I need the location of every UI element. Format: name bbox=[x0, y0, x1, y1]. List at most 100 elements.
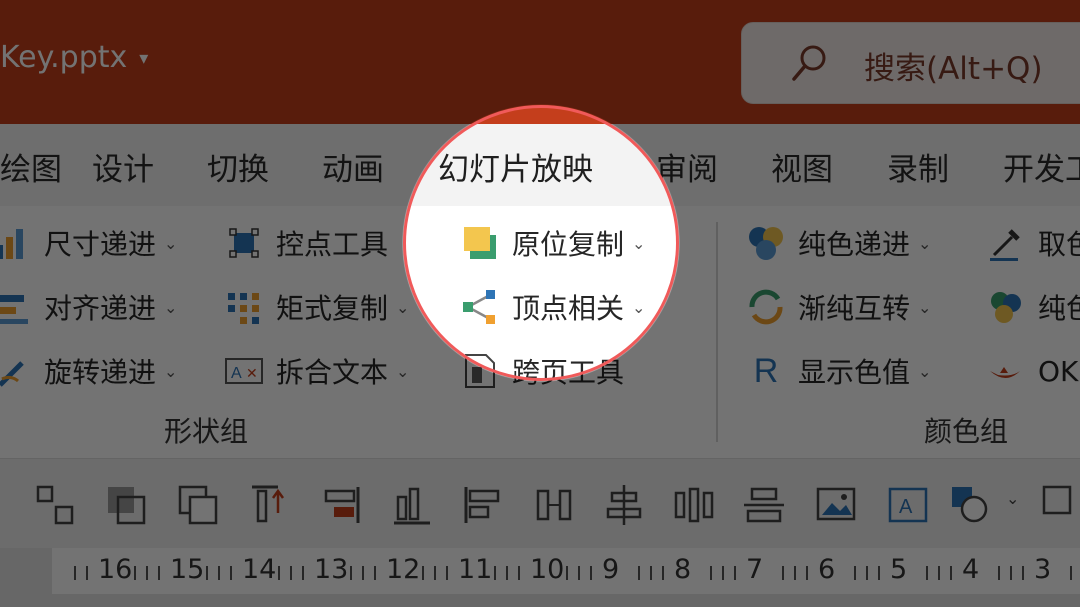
eyedropper-label: 取色 bbox=[1038, 228, 1080, 261]
ruler-number: 6 bbox=[818, 554, 836, 585]
tab-animations[interactable]: 动画 bbox=[322, 144, 384, 189]
send-backward-icon[interactable] bbox=[248, 483, 292, 527]
title-bar: Key.pptx ▾ 搜索(Alt+Q) bbox=[0, 0, 1080, 124]
tab-transitions[interactable]: 切换 bbox=[207, 144, 269, 189]
ruler-tick bbox=[734, 566, 736, 580]
ruler-tick bbox=[218, 566, 220, 580]
search-icon bbox=[792, 45, 826, 81]
ruler-tick bbox=[134, 566, 136, 580]
picture-icon[interactable] bbox=[814, 483, 858, 527]
solid-color-progression-icon bbox=[749, 227, 783, 260]
shapes-icon[interactable] bbox=[948, 483, 992, 527]
tab-draw[interactable]: 绘图 bbox=[0, 144, 62, 189]
ruler-number: 7 bbox=[746, 554, 764, 585]
eyedropper-button[interactable]: 取色 bbox=[986, 218, 1080, 268]
size-progression-label: 尺寸递进 bbox=[44, 228, 157, 261]
tab-slideshow[interactable]: 幻灯片放映 bbox=[438, 144, 593, 189]
ruler-tick bbox=[494, 566, 496, 580]
ruler-number: 15 bbox=[170, 554, 205, 585]
ruler-strip: 16 15 14 13 12 11 10 9 8 7 6 5 4 3 bbox=[52, 548, 1080, 594]
handle-tool-button[interactable]: 控点工具 bbox=[224, 218, 388, 268]
chevron-down-icon: ⌄ bbox=[918, 233, 932, 253]
svg-text:A: A bbox=[231, 365, 242, 382]
chevron-down-icon: ⌄ bbox=[918, 297, 932, 317]
ruler-tick bbox=[926, 566, 928, 580]
vertex-button[interactable]: 顶点相关 ⌄ bbox=[460, 282, 645, 332]
ruler-tick bbox=[506, 566, 508, 580]
okey-lamp-icon bbox=[990, 367, 1020, 378]
ruler-tick bbox=[722, 566, 724, 580]
search-box[interactable]: 搜索(Alt+Q) bbox=[741, 22, 1080, 104]
tab-developer[interactable]: 开发工 bbox=[1003, 144, 1080, 189]
text-box-icon[interactable]: A bbox=[886, 483, 930, 527]
align-middle-icon[interactable] bbox=[742, 483, 786, 527]
file-name[interactable]: Key.pptx ▾ bbox=[0, 40, 148, 75]
split-text-button[interactable]: A ✕ 拆合文本 ⌄ bbox=[224, 346, 409, 396]
align-progression-button[interactable]: 对齐递进 ⌄ bbox=[0, 282, 177, 332]
ruler-number: 11 bbox=[458, 554, 493, 585]
size-progression-icon bbox=[0, 229, 23, 259]
rotate-progression-button[interactable]: 旋转递进 ⌄ bbox=[0, 346, 177, 396]
svg-text:✕: ✕ bbox=[246, 365, 258, 381]
align-top-icon[interactable] bbox=[320, 483, 364, 527]
ruler-number: 5 bbox=[890, 554, 908, 585]
align-right-icon[interactable] bbox=[390, 483, 434, 527]
rotate-progression-label: 旋转递进 bbox=[44, 356, 157, 389]
vertex-icon bbox=[463, 290, 495, 324]
ruler-tick bbox=[350, 566, 352, 580]
align-bottom-icon[interactable] bbox=[460, 483, 504, 527]
ruler-tick bbox=[1022, 566, 1024, 580]
ruler-tick bbox=[230, 566, 232, 580]
tab-design[interactable]: 设计 bbox=[92, 144, 154, 189]
align-center-vertical-icon[interactable] bbox=[1040, 483, 1080, 527]
solid-color-button[interactable]: 纯色 bbox=[986, 282, 1080, 332]
split-text-icon: A ✕ bbox=[225, 358, 263, 384]
okey-label: OK bbox=[1038, 354, 1079, 388]
ungroup-icon[interactable] bbox=[104, 483, 148, 527]
solid-color-progression-label: 纯色递进 bbox=[798, 228, 911, 261]
okey-button[interactable]: OK bbox=[986, 346, 1078, 396]
ruler-tick bbox=[518, 566, 520, 580]
file-name-dropdown-icon[interactable]: ▾ bbox=[139, 48, 148, 69]
bring-forward-icon[interactable] bbox=[176, 483, 220, 527]
ruler-tick bbox=[362, 566, 364, 580]
tab-view[interactable]: 视图 bbox=[771, 144, 833, 189]
ruler-tick bbox=[938, 566, 940, 580]
tab-review[interactable]: 审阅 bbox=[656, 144, 718, 189]
ruler-number: 16 bbox=[98, 554, 133, 585]
eyedropper-icon bbox=[990, 229, 1020, 261]
chevron-down-icon: ⌄ bbox=[164, 361, 178, 381]
ruler-tick bbox=[854, 566, 856, 580]
chevron-down-icon: ⌄ bbox=[164, 233, 178, 253]
cross-page-tool-icon bbox=[465, 354, 495, 388]
matrix-copy-label: 矩式复制 bbox=[276, 292, 389, 325]
ruler-number: 10 bbox=[530, 554, 565, 585]
ruler-number: 12 bbox=[386, 554, 421, 585]
align-center-horizontal-icon[interactable] bbox=[672, 483, 716, 527]
in-place-copy-button[interactable]: 原位复制 ⌄ bbox=[460, 218, 645, 268]
file-name-label: Key.pptx bbox=[0, 40, 128, 75]
align-progression-icon bbox=[0, 295, 28, 324]
solid-color-progression-button[interactable]: 纯色递进 ⌄ bbox=[746, 218, 931, 268]
gradient-solid-convert-button[interactable]: 渐纯互转 ⌄ bbox=[746, 282, 931, 332]
chevron-down-icon: ⌄ bbox=[632, 297, 646, 317]
group-icon[interactable] bbox=[34, 483, 78, 527]
cross-page-tool-button[interactable]: 跨页工具 bbox=[460, 346, 624, 396]
color-group-label: 颜色组 bbox=[924, 415, 1009, 448]
chevron-down-icon[interactable]: ⌄ bbox=[1006, 489, 1026, 509]
chevron-down-icon: ⌄ bbox=[164, 297, 178, 317]
ruler-tick bbox=[566, 566, 568, 580]
matrix-copy-button[interactable]: 矩式复制 ⌄ bbox=[224, 282, 409, 332]
ruler-tick bbox=[866, 566, 868, 580]
ruler-tick bbox=[290, 566, 292, 580]
tab-record[interactable]: 录制 bbox=[887, 144, 949, 189]
show-color-value-button[interactable]: R 显示色值 ⌄ bbox=[746, 346, 932, 396]
ribbon-panel: 尺寸递进 ⌄ 对齐递进 ⌄ 旋转递进 ⌄ 控点工具 矩式复制 ⌄ A ✕ 拆合文… bbox=[0, 206, 1080, 458]
align-left-icon[interactable] bbox=[532, 483, 576, 527]
ruler-tick bbox=[662, 566, 664, 580]
ruler-tick bbox=[710, 566, 712, 580]
ruler-tick bbox=[422, 566, 424, 580]
matrix-copy-icon bbox=[228, 293, 259, 324]
distribute-horizontal-icon[interactable] bbox=[602, 483, 646, 527]
size-progression-button[interactable]: 尺寸递进 ⌄ bbox=[0, 218, 177, 268]
